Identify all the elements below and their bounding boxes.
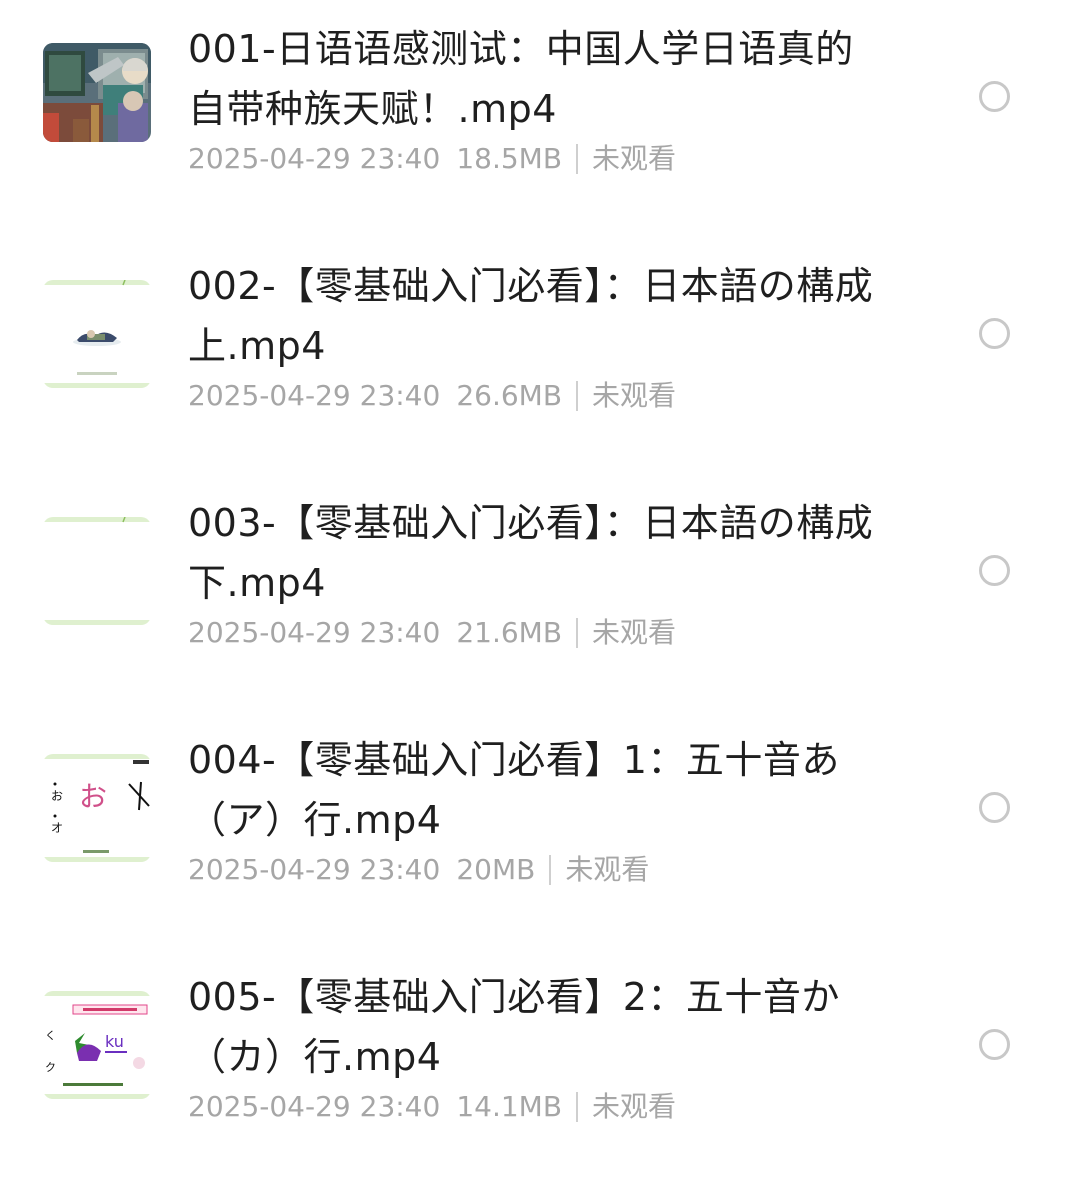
watch-status: 未观看 <box>592 379 677 412</box>
file-date: 2025-04-29 23:40 <box>188 142 441 175</box>
file-date: 2025-04-29 23:40 <box>188 616 441 649</box>
file-size: 14.1MB <box>456 1090 563 1123</box>
kana-slide-thumbnail-icon: お オ お <box>43 754 151 862</box>
select-radio-button[interactable] <box>979 1029 1010 1060</box>
file-title[interactable]: 005-【零基础入门必看】2：五十音か（カ）行.mp4 <box>188 967 878 1087</box>
select-radio-button[interactable] <box>979 555 1010 586</box>
watch-status: 未观看 <box>592 1090 677 1123</box>
kana-small-1: お <box>51 789 63 803</box>
list-item[interactable]: 003-【零基础入门必看】：日本語の構成 下.mp4 2025-04-29 23… <box>0 474 1076 711</box>
file-size: 18.5MB <box>456 142 563 175</box>
video-thumbnail[interactable]: く ク ku <box>43 991 151 1099</box>
kana-small-2: ク <box>45 1061 56 1074</box>
kana-small-1: く <box>45 1029 56 1042</box>
list-item[interactable]: 002-【零基础入门必看】：日本語の構成 上.mp4 2025-04-29 23… <box>0 237 1076 474</box>
select-radio-button[interactable] <box>979 81 1010 112</box>
video-file-list: 001-日语语感测试：中国人学日语真的自带种族天赋！.mp4 2025-04-2… <box>0 0 1076 1194</box>
list-item[interactable]: お オ お 004-【零基础入门必看】1：五十音あ（ア）行.mp4 2025-0… <box>0 711 1076 948</box>
video-thumbnail[interactable] <box>43 517 151 625</box>
file-size: 26.6MB <box>456 379 563 412</box>
file-meta: 2025-04-29 23:40 26.6MB 未观看 <box>188 376 676 416</box>
file-title[interactable]: 003-【零基础入门必看】：日本語の構成 下.mp4 <box>188 493 878 613</box>
file-size: 20MB <box>456 853 536 886</box>
file-meta: 2025-04-29 23:40 20MB 未观看 <box>188 850 649 890</box>
meta-divider <box>576 618 579 648</box>
meta-divider <box>576 381 579 411</box>
kana-large: お <box>79 780 107 813</box>
file-title[interactable]: 002-【零基础入门必看】：日本語の構成 上.mp4 <box>188 256 878 376</box>
file-size: 21.6MB <box>456 616 563 649</box>
watch-status: 未观看 <box>565 853 650 886</box>
file-date: 2025-04-29 23:40 <box>188 1090 441 1123</box>
file-title[interactable]: 004-【零基础入门必看】1：五十音あ（ア）行.mp4 <box>188 730 878 850</box>
file-date: 2025-04-29 23:40 <box>188 379 441 412</box>
file-meta: 2025-04-29 23:40 21.6MB 未观看 <box>188 613 676 653</box>
watch-status: 未观看 <box>592 616 677 649</box>
watch-status: 未观看 <box>592 142 677 175</box>
list-item[interactable]: く ク ku 005-【零基础入门必看】2：五十音か（カ）行.mp4 2025-… <box>0 948 1076 1185</box>
anime-scene-thumbnail-icon <box>43 43 151 142</box>
lesson-slide-thumbnail-icon <box>43 280 151 388</box>
video-thumbnail[interactable] <box>43 280 151 388</box>
file-title[interactable]: 001-日语语感测试：中国人学日语真的自带种族天赋！.mp4 <box>188 19 878 139</box>
meta-divider <box>549 855 552 885</box>
video-thumbnail[interactable] <box>43 43 151 142</box>
meta-divider <box>576 1092 579 1122</box>
select-radio-button[interactable] <box>979 792 1010 823</box>
kana-slide-thumbnail-icon: く ク ku <box>43 991 151 1099</box>
meta-divider <box>576 144 579 174</box>
file-date: 2025-04-29 23:40 <box>188 853 441 886</box>
kana-small-2: オ <box>51 821 63 835</box>
list-item[interactable]: 001-日语语感测试：中国人学日语真的自带种族天赋！.mp4 2025-04-2… <box>0 0 1076 237</box>
video-thumbnail[interactable]: お オ お <box>43 754 151 862</box>
select-radio-button[interactable] <box>979 318 1010 349</box>
file-meta: 2025-04-29 23:40 14.1MB 未观看 <box>188 1087 676 1127</box>
romaji-label: ku <box>105 1032 124 1051</box>
blank-slide-thumbnail-icon <box>43 517 151 625</box>
file-meta: 2025-04-29 23:40 18.5MB 未观看 <box>188 139 676 179</box>
